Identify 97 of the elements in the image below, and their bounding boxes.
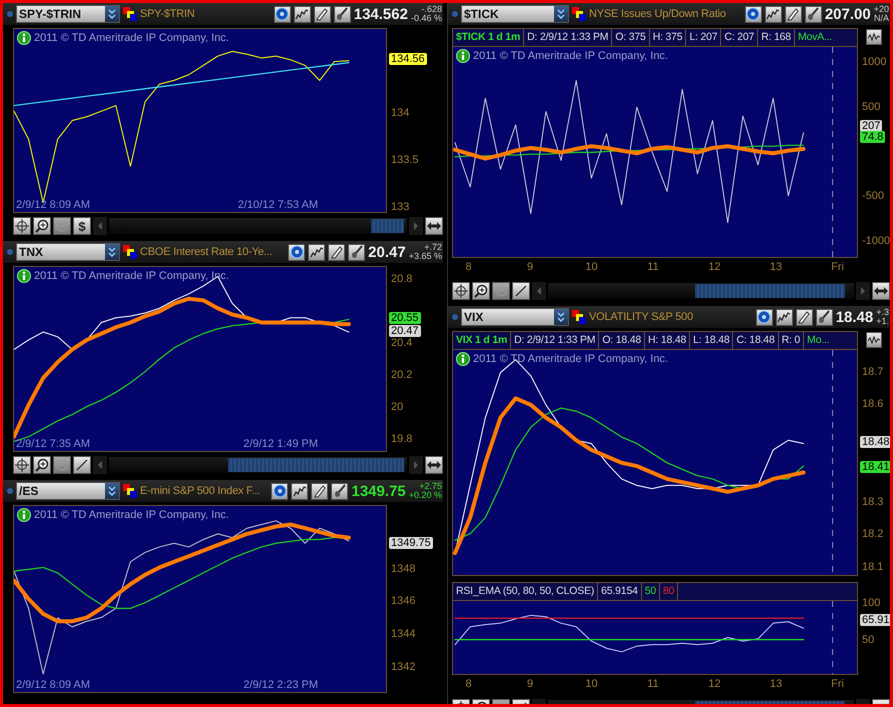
axis-tick-label: 134 — [391, 106, 410, 119]
quote-value: R: 168 — [758, 29, 795, 46]
axis-tick-label: 20.4 — [391, 337, 412, 349]
price-tag: 65.91 — [860, 614, 890, 626]
net-change: +.3 — [876, 308, 889, 317]
quote-value: H: 375 — [650, 29, 686, 46]
copyright-text: 2011 © TD Ameritrade IP Company, Inc. — [473, 353, 668, 365]
axis-tick-label: 1344 — [391, 628, 416, 640]
net-change: +20 — [874, 5, 889, 14]
last-price: 18.48 — [836, 308, 874, 326]
axis-tick-label: 133.5 — [391, 154, 419, 166]
last-price: 20.47 — [368, 244, 406, 260]
axis-tick-label: 1000 — [862, 56, 886, 68]
end-date-label: 2/10/12 7:53 AM — [238, 199, 318, 211]
axis-tick-label: 19.8 — [391, 433, 412, 446]
axis-tick-label: 10 — [585, 678, 598, 690]
quote-value: O: 375 — [612, 29, 650, 46]
quote-value: 65.9154 — [598, 583, 642, 600]
price-tag: 18.41 — [860, 461, 890, 474]
price-tag: 20.47 — [389, 325, 421, 338]
axis-tick-label: 100 — [862, 596, 880, 609]
axis-tick-label: 13 — [770, 261, 782, 273]
axis-tick-label: 8 — [465, 678, 472, 690]
end-date-label: 2/9/12 2:23 PM — [243, 679, 318, 691]
quote-value: D: 2/9/12 1:33 PM — [524, 29, 612, 46]
net-change: +.72 — [424, 243, 442, 252]
axis-tick-label: 9 — [526, 678, 534, 690]
axis-tick-label: 50 — [862, 634, 874, 646]
quote-value: H: 18.48 — [645, 332, 690, 349]
axis-tick-label: 12 — [708, 261, 721, 273]
study-level: 50 — [642, 583, 660, 600]
axis-tick-label: -500 — [862, 190, 884, 202]
symbol-description: CBOE Interest Rate 10-Ye... — [140, 246, 272, 258]
axis-tick-label: 20.2 — [391, 368, 412, 381]
net-change: -.628 — [421, 5, 442, 14]
symbol-description: VOLATILITY S&P 500 — [589, 311, 694, 323]
percent-change: +1. — [876, 317, 889, 326]
axis-tick-label: 500 — [862, 100, 880, 113]
axis-tick-label: 1348 — [391, 562, 416, 575]
price-tag: 207 — [860, 120, 882, 132]
axis-tick-label: 20.8 — [391, 272, 412, 285]
axis-tick-label: 133 — [391, 201, 410, 214]
copyright-text: 2011 © TD Ameritrade IP Company, Inc. — [34, 509, 229, 521]
axis-tick-label: 18.7 — [862, 366, 884, 378]
price-tag: 134.56 — [389, 53, 427, 66]
start-date-label: 2/9/12 8:09 AM — [16, 679, 90, 691]
axis-tick-label: 18.1 — [862, 560, 884, 573]
quote-value: O: 18.48 — [599, 332, 646, 349]
axis-tick-label: 18.2 — [862, 528, 884, 540]
last-price: 207.00 — [824, 6, 871, 22]
end-date-label: 2/9/12 1:49 PM — [243, 438, 318, 450]
price-tag: 74.8 — [860, 131, 886, 144]
price-tag: 20.55 — [389, 312, 421, 324]
axis-tick-label: Fri — [831, 261, 844, 273]
percent-change: N/A — [874, 14, 889, 23]
study-label: MovA... — [796, 30, 834, 45]
quote-value: D: 2/9/12 1:33 PM — [511, 332, 600, 349]
start-date-label: 2/9/12 7:35 AM — [16, 438, 90, 450]
percent-change: +0.20 % — [408, 491, 442, 500]
axis-tick-label: 9 — [526, 261, 534, 273]
chart-period-label: VIX 1 d 1m — [453, 332, 512, 349]
axis-tick-label: 1342 — [391, 660, 416, 673]
last-price: 1349.75 — [351, 482, 406, 500]
last-price: 134.562 — [354, 6, 408, 22]
axis-tick-label: 1346 — [391, 595, 416, 608]
net-change: +2.75 — [419, 482, 442, 491]
axis-tick-label: 8 — [465, 261, 472, 273]
study-level: 80 — [660, 583, 678, 600]
axis-tick-label: 11 — [647, 261, 659, 273]
price-tag: 18.48 — [860, 436, 890, 448]
axis-tick-label: 13 — [770, 678, 782, 690]
axis-tick-label: 18.3 — [862, 496, 884, 508]
quote-value: L: 207 — [686, 29, 722, 46]
percent-change: +3.65 % — [408, 252, 442, 261]
symbol-description: NYSE Issues Up/Down Ratio — [589, 8, 726, 20]
axis-tick-label: Fri — [831, 678, 844, 690]
axis-tick-label: -1000 — [862, 235, 890, 248]
start-date-label: 2/9/12 8:09 AM — [16, 199, 90, 211]
symbol-description: SPY-$TRIN — [140, 8, 195, 20]
axis-tick-label: 20 — [391, 401, 404, 414]
quote-value: C: 207 — [721, 29, 758, 46]
axis-tick-label: 12 — [708, 678, 721, 690]
axis-tick-label: 18.6 — [862, 398, 884, 410]
study-name: RSI_EMA (50, 80, 50, CLOSE) — [453, 583, 598, 600]
copyright-text: 2011 © TD Ameritrade IP Company, Inc. — [34, 270, 229, 282]
price-tag: 1349.75 — [389, 536, 433, 549]
axis-tick-label: 10 — [585, 261, 598, 273]
quote-value: C: 18.48 — [733, 332, 779, 349]
copyright-text: 2011 © TD Ameritrade IP Company, Inc. — [473, 50, 668, 62]
copyright-text: 2011 © TD Ameritrade IP Company, Inc. — [34, 32, 229, 44]
chart-period-label: $TICK 1 d 1m — [453, 29, 524, 46]
percent-change: -0.46 % — [410, 14, 442, 23]
quote-value: L: 18.48 — [690, 332, 734, 349]
quote-value: R: 0 — [778, 332, 804, 349]
symbol-description: E-mini S&P 500 Index F... — [140, 485, 260, 497]
axis-tick-label: 11 — [647, 678, 659, 690]
study-label: Mo... — [806, 333, 830, 348]
